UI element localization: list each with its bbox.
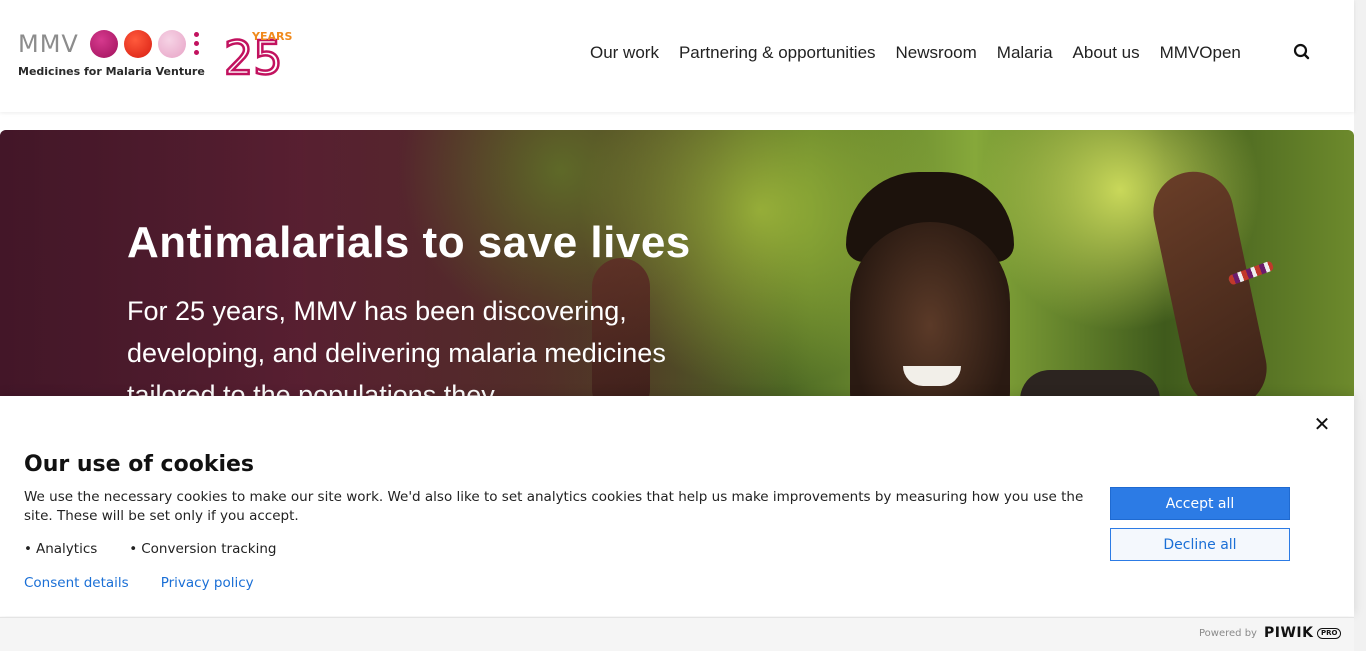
piwik-logo[interactable]: PIWIK: [1264, 625, 1313, 641]
search-icon[interactable]: [1292, 42, 1312, 62]
cookie-links: Consent details Privacy policy: [24, 575, 254, 591]
cookie-title: Our use of cookies: [24, 452, 255, 477]
logo-dot-magenta: [90, 30, 118, 58]
nav-about-us[interactable]: About us: [1063, 42, 1150, 64]
logo-dot-small: [194, 41, 199, 46]
cookie-category-analytics: Analytics: [24, 541, 97, 557]
logo-dot-small: [194, 32, 199, 37]
site-header: MMV Medicines for Malaria Venture 25 YEA…: [0, 0, 1354, 112]
privacy-policy-link[interactable]: Privacy policy: [161, 575, 254, 591]
close-icon[interactable]: ✕: [1312, 414, 1332, 434]
accept-all-button[interactable]: Accept all: [1110, 487, 1290, 520]
powered-by-label: Powered by: [1199, 628, 1257, 639]
nav-our-work[interactable]: Our work: [580, 42, 669, 64]
hero-title: Antimalarials to save lives: [127, 218, 691, 267]
logo-dot-pink: [158, 30, 186, 58]
nav-partnering[interactable]: Partnering & opportunities: [669, 42, 886, 64]
anniversary-label: YEARS: [251, 30, 292, 43]
25-years-logo: 25 YEARS: [223, 30, 293, 84]
consent-details-link[interactable]: Consent details: [24, 575, 129, 591]
nav-newsroom[interactable]: Newsroom: [886, 42, 987, 64]
hero-text: For 25 years, MMV has been discovering, …: [127, 296, 666, 400]
page-scrollbar[interactable]: [1354, 0, 1366, 651]
decline-all-button[interactable]: Decline all: [1110, 528, 1290, 561]
logo-wordmark: MMV: [18, 30, 79, 58]
cookie-category-conversion: Conversion tracking: [129, 541, 276, 557]
cookie-banner: ✕ Our use of cookies We use the necessar…: [0, 396, 1354, 616]
cookie-description: We use the necessary cookies to make our…: [24, 489, 1084, 524]
nav-malaria[interactable]: Malaria: [987, 42, 1063, 64]
logo-dot-small: [194, 50, 199, 55]
logo-dot-red: [124, 30, 152, 58]
nav-mmvopen[interactable]: MMVOpen: [1150, 42, 1251, 64]
logo-subtitle: Medicines for Malaria Venture: [18, 65, 205, 78]
piwik-pro-badge: PRO: [1317, 628, 1342, 639]
mmv-logo[interactable]: MMV Medicines for Malaria Venture: [18, 28, 218, 80]
hero-banner: Antimalarials to save lives For 25 years…: [0, 130, 1354, 400]
powered-by-bar: Powered by PIWIK PRO: [0, 617, 1354, 651]
cookie-categories: Analytics Conversion tracking: [24, 541, 277, 557]
main-nav: Our work Partnering & opportunities News…: [580, 42, 1251, 64]
